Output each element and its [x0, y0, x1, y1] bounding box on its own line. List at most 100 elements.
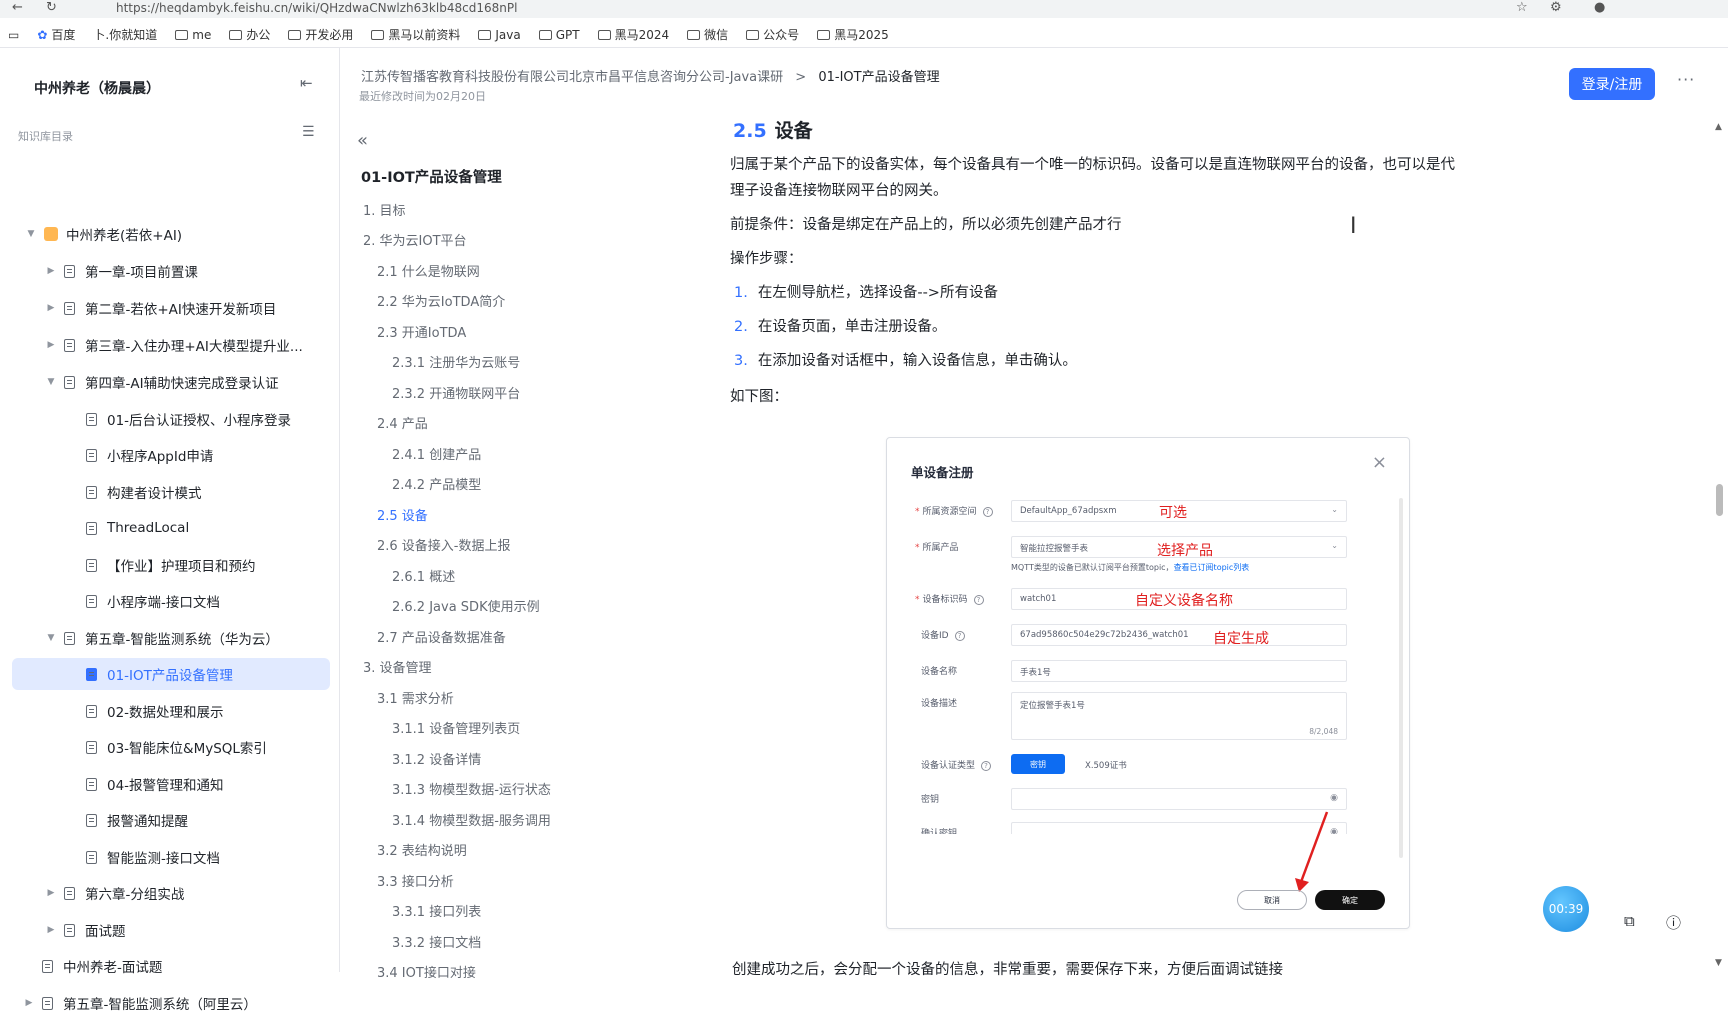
toc-item[interactable]: 2.3 开通IoTDA: [377, 322, 466, 341]
address-bar[interactable]: https://heqdambyk.feishu.cn/wiki/QHzdwaC…: [116, 1, 517, 15]
scroll-up-icon[interactable]: ▲: [1715, 122, 1722, 132]
toc-item[interactable]: 3.3 接口分析: [377, 871, 454, 890]
caret-right-icon[interactable]: ▶: [44, 340, 58, 350]
bookmark-folder[interactable]: Java: [478, 28, 521, 42]
toc-item[interactable]: 3.1.1 设备管理列表页: [392, 718, 520, 737]
bookmark-item[interactable]: ✿ 百度: [37, 26, 75, 43]
toc-item-active[interactable]: 2.5 设备: [377, 505, 428, 524]
annotation-text: 选择产品: [1157, 543, 1213, 559]
chevron-down-icon: ⌄: [1331, 505, 1338, 514]
caret-down-icon[interactable]: ▼: [44, 633, 58, 643]
wiki-icon: [44, 227, 58, 241]
toc-item[interactable]: 3.3.2 接口文档: [392, 932, 481, 951]
scroll-down-icon[interactable]: ▼: [1715, 958, 1722, 968]
doc-icon: [64, 923, 75, 937]
sidebar-item[interactable]: 【作业】护理项目和预约: [86, 549, 326, 581]
bookmark-folder[interactable]: 开发必用: [288, 26, 353, 43]
login-button[interactable]: 登录/注册: [1569, 68, 1655, 100]
bookmark-folder[interactable]: 公众号: [746, 26, 799, 43]
bookmark-item[interactable]: 卜.你就知道: [93, 26, 157, 43]
recording-timer[interactable]: 00:39: [1543, 886, 1589, 932]
toc-item[interactable]: 3.1.3 物模型数据-运行状态: [392, 779, 551, 798]
toc-item[interactable]: 2.2 华为云IoTDA简介: [377, 291, 505, 310]
sidebar-item[interactable]: ▶ 第一章-项目前置课: [44, 255, 324, 287]
folder-icon: [288, 29, 302, 40]
shortcut-icon[interactable]: ⧉: [1624, 912, 1635, 930]
caret-right-icon[interactable]: ▶: [44, 266, 58, 276]
sidebar-item[interactable]: 01-后台认证授权、小程序登录: [86, 403, 326, 435]
sidebar-item[interactable]: 03-智能床位&MySQL索引: [86, 731, 326, 763]
help-icon[interactable]: ⓘ: [1666, 912, 1681, 933]
toc-item[interactable]: 3.1.4 物模型数据-服务调用: [392, 810, 551, 829]
sidebar-item[interactable]: 小程序AppId申请: [86, 439, 326, 471]
bookmark-folder[interactable]: 办公: [229, 26, 270, 43]
bookmark-folder[interactable]: 黑马2025: [817, 26, 889, 43]
page-scrollbar-thumb[interactable]: [1716, 484, 1723, 516]
toc-item[interactable]: 2.4 产品: [377, 413, 428, 432]
sidebar-item[interactable]: ▶ 第二章-若依+AI快速开发新项目: [44, 292, 324, 324]
sidebar-item[interactable]: ▶ 面试题: [44, 914, 324, 946]
sidebar-item[interactable]: ▶ 第六章-分组实战: [44, 877, 324, 909]
list-toggle-icon[interactable]: ☰: [302, 124, 315, 140]
toc-item[interactable]: 2.6 设备接入-数据上报: [377, 535, 511, 554]
bookmark-folder[interactable]: 微信: [687, 26, 728, 43]
sidebar-item[interactable]: 小程序端-接口文档: [86, 585, 326, 617]
caret-right-icon[interactable]: ▶: [44, 888, 58, 898]
toc-item[interactable]: 2.4.1 创建产品: [392, 444, 481, 463]
toc-item[interactable]: 2.7 产品设备数据准备: [377, 627, 506, 646]
sidebar-item[interactable]: 构建者设计模式: [86, 476, 326, 508]
toc-item[interactable]: 2.3.1 注册华为云账号: [392, 352, 520, 371]
caret-down-icon[interactable]: ▼: [44, 377, 58, 387]
toc-item[interactable]: 2.4.2 产品模型: [392, 474, 481, 493]
collapse-sidebar-icon[interactable]: ⇤: [300, 74, 313, 92]
collapse-toc-icon[interactable]: «: [357, 130, 368, 151]
sidebar-item[interactable]: ▼ 中州养老(若依+AI): [24, 218, 324, 250]
sidebar-item[interactable]: ▼ 第四章-AI辅助快速完成登录认证: [44, 366, 324, 398]
toc-title[interactable]: 01-IOT产品设备管理: [361, 166, 502, 187]
breadcrumb-parent[interactable]: 江苏传智播客教育科技股份有限公司北京市昌平信息咨询分公司-Java课研: [361, 70, 783, 85]
caret-right-icon[interactable]: ▶: [44, 925, 58, 935]
toc-item[interactable]: 2.6.2 Java SDK使用示例: [392, 596, 540, 615]
reload-icon[interactable]: ↻: [46, 0, 57, 15]
auth-secret-option: 密钥: [1011, 754, 1065, 774]
sidebar-item[interactable]: 报警通知提醒: [86, 804, 326, 836]
bookmark-apps-icon[interactable]: ▭: [8, 28, 19, 42]
extension-icon[interactable]: ⚙: [1550, 0, 1562, 15]
sidebar-item[interactable]: 04-报警管理和通知: [86, 768, 326, 800]
caret-down-icon[interactable]: ▼: [24, 229, 38, 239]
embedded-dialog-screenshot[interactable]: 单设备注册 × * 所属资源空间? DefaultApp_67adpsxm ⌄ 可选…: [886, 437, 1410, 929]
toc-item[interactable]: 3.2 表结构说明: [377, 840, 467, 859]
avatar-icon[interactable]: ●: [1594, 0, 1605, 15]
star-icon[interactable]: ☆: [1516, 0, 1528, 15]
sidebar-item-active[interactable]: 01-IOT产品设备管理: [12, 658, 330, 690]
bookmark-folder[interactable]: 黑马2024: [597, 26, 669, 43]
product-hint: MQTT类型的设备已默认订阅平台预置topic，查看已订阅topic列表: [1011, 563, 1250, 572]
toc-item[interactable]: 2. 华为云IOT平台: [363, 230, 467, 249]
sidebar-item[interactable]: ▶ 第五章-智能监测系统（阿里云）: [22, 987, 322, 1019]
toc-item[interactable]: 3.1.2 设备详情: [392, 749, 481, 768]
bookmark-folder[interactable]: me: [175, 28, 211, 42]
folder-icon: [597, 29, 611, 40]
toc-item[interactable]: 2.1 什么是物联网: [377, 261, 480, 280]
sidebar-item[interactable]: ThreadLocal: [86, 512, 326, 544]
back-icon[interactable]: ←: [12, 0, 23, 15]
bookmark-folder[interactable]: 黑马以前资料: [371, 26, 460, 43]
sidebar-item[interactable]: ▶ 第三章-入住办理+AI大模型提升业...: [44, 329, 324, 361]
caret-right-icon[interactable]: ▶: [44, 303, 58, 313]
toc-item[interactable]: 3.3.1 接口列表: [392, 901, 481, 920]
toc-item[interactable]: 3.1 需求分析: [377, 688, 454, 707]
secret-input: ◉: [1011, 788, 1347, 810]
sidebar-item[interactable]: ▼ 第五章-智能监测系统（华为云）: [44, 622, 324, 654]
sidebar-item[interactable]: 02-数据处理和展示: [86, 695, 326, 727]
sidebar-item[interactable]: 中州养老-面试题: [42, 950, 322, 982]
toc-item[interactable]: 3. 设备管理: [363, 657, 432, 676]
more-options-button[interactable]: ···: [1677, 70, 1695, 89]
sidebar-item[interactable]: 智能监测-接口文档: [86, 841, 326, 873]
toc-item[interactable]: 1. 目标: [363, 200, 406, 219]
caret-right-icon[interactable]: ▶: [22, 998, 36, 1008]
toc-item[interactable]: 2.3.2 开通物联网平台: [392, 383, 520, 402]
toc-item[interactable]: 2.6.1 概述: [392, 566, 455, 585]
bookmark-folder[interactable]: GPT: [538, 28, 580, 42]
doc-icon: [86, 412, 97, 426]
help-icon: ?: [981, 761, 992, 771]
